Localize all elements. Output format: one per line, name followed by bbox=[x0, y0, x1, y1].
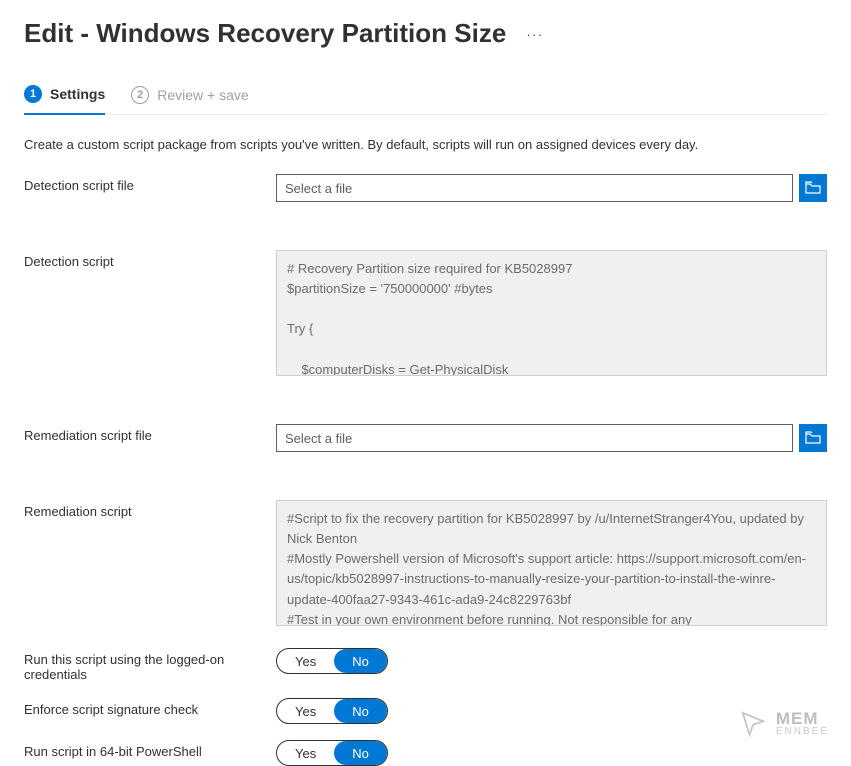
detection-file-input[interactable]: Select a file bbox=[276, 174, 793, 202]
remediation-file-label: Remediation script file bbox=[24, 424, 276, 443]
watermark-line1: MEM bbox=[776, 710, 829, 727]
bit64-label: Run script in 64-bit PowerShell bbox=[24, 740, 276, 759]
remediation-script-textarea[interactable]: #Script to fix the recovery partition fo… bbox=[276, 500, 827, 626]
toggle-no[interactable]: No bbox=[334, 649, 387, 673]
folder-icon bbox=[805, 431, 821, 445]
remediation-file-input[interactable]: Select a file bbox=[276, 424, 793, 452]
tab-label: Settings bbox=[50, 86, 105, 102]
toggle-no[interactable]: No bbox=[334, 699, 387, 723]
tabs-container: 1 Settings 2 Review + save bbox=[24, 85, 827, 115]
browse-detection-button[interactable] bbox=[799, 174, 827, 202]
cursor-icon bbox=[736, 706, 770, 740]
bit64-toggle[interactable]: Yes No bbox=[276, 740, 388, 766]
page-title: Edit - Windows Recovery Partition Size bbox=[24, 18, 506, 49]
browse-remediation-button[interactable] bbox=[799, 424, 827, 452]
tab-settings[interactable]: 1 Settings bbox=[24, 85, 105, 115]
toggle-yes[interactable]: Yes bbox=[277, 741, 334, 765]
logged-on-label: Run this script using the logged-on cred… bbox=[24, 648, 276, 682]
watermark-line2: ENNBEE bbox=[776, 727, 829, 737]
detection-file-label: Detection script file bbox=[24, 174, 276, 193]
more-icon[interactable]: ··· bbox=[526, 26, 543, 42]
signature-label: Enforce script signature check bbox=[24, 698, 276, 717]
tab-label: Review + save bbox=[157, 87, 248, 103]
toggle-yes[interactable]: Yes bbox=[277, 699, 334, 723]
detection-script-label: Detection script bbox=[24, 250, 276, 269]
folder-icon bbox=[805, 181, 821, 195]
logged-on-toggle[interactable]: Yes No bbox=[276, 648, 388, 674]
toggle-yes[interactable]: Yes bbox=[277, 649, 334, 673]
toggle-no[interactable]: No bbox=[334, 741, 387, 765]
watermark: MEM ENNBEE bbox=[736, 706, 829, 740]
step-badge-1: 1 bbox=[24, 85, 42, 103]
remediation-script-label: Remediation script bbox=[24, 500, 276, 519]
tab-review-save[interactable]: 2 Review + save bbox=[131, 86, 248, 114]
step-badge-2: 2 bbox=[131, 86, 149, 104]
signature-toggle[interactable]: Yes No bbox=[276, 698, 388, 724]
detection-script-textarea[interactable]: # Recovery Partition size required for K… bbox=[276, 250, 827, 376]
intro-text: Create a custom script package from scri… bbox=[24, 137, 827, 152]
